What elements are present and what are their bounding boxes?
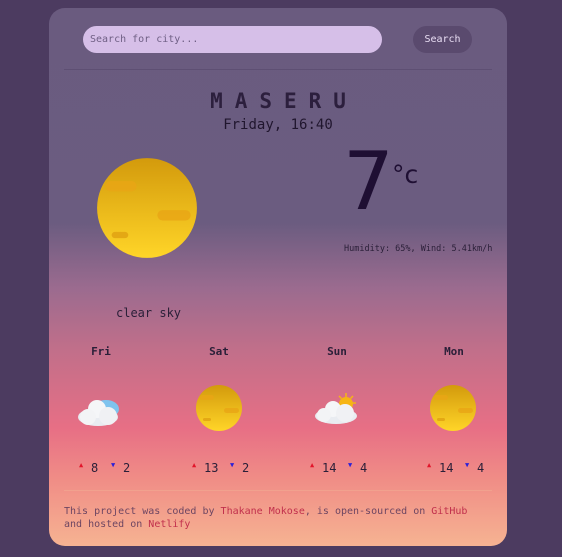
sun-icon: [196, 385, 242, 431]
sun-icon: [97, 158, 197, 258]
current-datetime: Friday, 16:40: [223, 117, 333, 133]
low-arrow-icon: ▼: [111, 461, 116, 469]
high-arrow-icon: ▲: [310, 461, 315, 469]
forecast-day-fri: Fri: [91, 345, 111, 358]
footer-text: This project was coded by: [64, 506, 221, 517]
city-name: MASERU: [210, 89, 358, 113]
high-arrow-icon: ▲: [427, 461, 432, 469]
forecast-low-sun: 4: [360, 461, 368, 475]
low-arrow-icon: ▼: [348, 461, 353, 469]
high-arrow-icon: ▲: [192, 461, 197, 469]
weather-details: Humidity: 65%, Wind: 5.41km/h: [344, 244, 493, 254]
github-link[interactable]: GitHub: [431, 506, 467, 517]
footer-text: and hosted on: [64, 519, 149, 530]
current-temperature: 7: [343, 135, 394, 228]
cloud-icon: [78, 400, 119, 426]
footer-text: , is open-sourced on: [304, 506, 432, 517]
forecast-high-fri: 8: [91, 461, 99, 475]
forecast-high-sun: 14: [322, 461, 337, 475]
forecast-high-sat: 13: [204, 461, 219, 475]
forecast-low-fri: 2: [123, 461, 131, 475]
search-button[interactable]: Search: [413, 26, 472, 53]
weather-card: Search MASERU Friday, 16:40 7 °c Humidit…: [49, 8, 507, 546]
weather-description: clear sky: [116, 306, 182, 320]
author-link[interactable]: Thakane Mokose: [221, 506, 305, 517]
temperature-unit: °c: [392, 160, 419, 189]
search-input[interactable]: [83, 26, 382, 53]
high-arrow-icon: ▲: [79, 461, 84, 469]
forecast-day-sat: Sat: [209, 345, 229, 358]
top-divider: [64, 69, 492, 70]
forecast-high-mon: 14: [439, 461, 454, 475]
netlify-link[interactable]: Netlify: [148, 519, 190, 530]
sun-icon: [430, 385, 476, 431]
low-arrow-icon: ▼: [230, 461, 235, 469]
forecast-day-sun: Sun: [327, 345, 347, 358]
bottom-divider: [64, 490, 492, 491]
low-arrow-icon: ▼: [465, 461, 470, 469]
footer: This project was coded by Thakane Mokose…: [64, 505, 484, 531]
partly-cloudy-icon: [315, 393, 357, 424]
forecast-day-mon: Mon: [444, 345, 464, 358]
forecast-low-sat: 2: [242, 461, 250, 475]
forecast-low-mon: 4: [477, 461, 485, 475]
